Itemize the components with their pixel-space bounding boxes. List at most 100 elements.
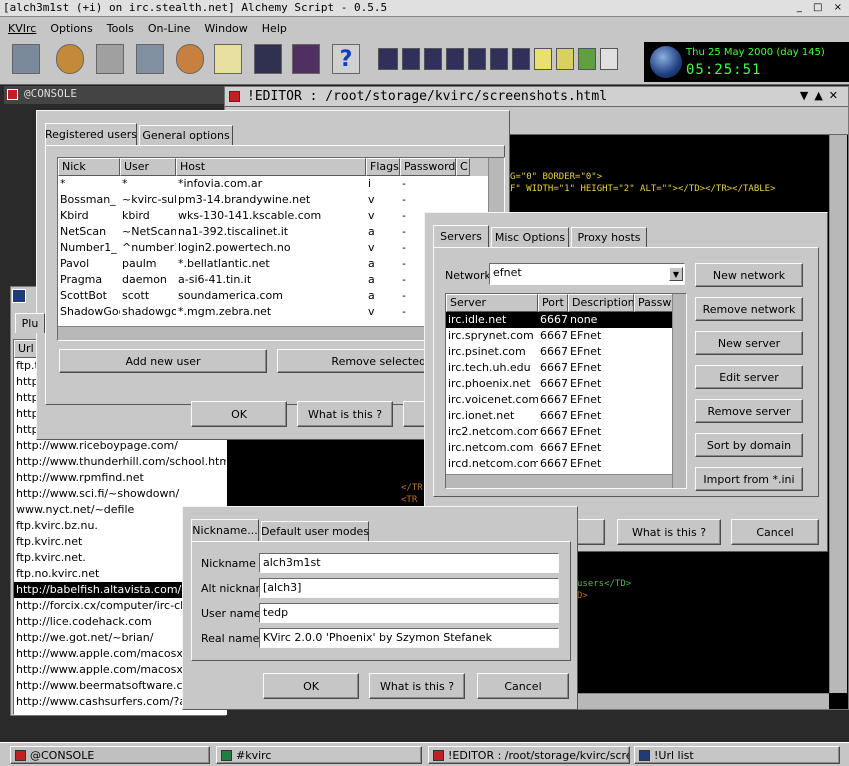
sort-by-domain-button[interactable]: Sort by domain <box>695 433 803 457</box>
media-pause-icon[interactable] <box>446 48 464 70</box>
media-logo-icon[interactable] <box>378 48 398 70</box>
import-ini-button[interactable]: Import from *.ini <box>695 467 803 491</box>
servers-hscroll[interactable] <box>446 474 672 488</box>
gear-icon[interactable] <box>136 44 164 74</box>
notes-icon[interactable] <box>214 44 242 74</box>
user-name-field[interactable]: tedp <box>259 603 559 623</box>
server-row[interactable]: irc.idle.net 6667 none <box>446 312 686 328</box>
window-controls[interactable]: _ □ × <box>797 2 846 13</box>
menu-options[interactable]: Options <box>50 22 92 35</box>
network-combo[interactable]: efnet <box>489 263 685 285</box>
tab-misc-options[interactable]: Misc Options <box>491 227 569 247</box>
tab-proxy-hosts[interactable]: Proxy hosts <box>571 227 647 247</box>
col-port[interactable]: Port <box>538 294 568 312</box>
new-server-button[interactable]: New server <box>695 331 803 355</box>
menu-help[interactable]: Help <box>262 22 287 35</box>
face-icon[interactable] <box>56 44 84 74</box>
add-new-user-button[interactable]: Add new user <box>59 349 267 373</box>
remove-network-button[interactable]: Remove network <box>695 297 803 321</box>
editor-scrollbar[interactable] <box>829 135 847 693</box>
user-icon[interactable] <box>176 44 204 74</box>
col-flags[interactable]: Flags <box>366 158 400 176</box>
list-icon[interactable] <box>254 44 282 74</box>
media-first-icon[interactable] <box>402 48 420 70</box>
servers-table[interactable]: Server Port Description Password irc.idl… <box>445 293 687 489</box>
mail-icon[interactable] <box>600 48 618 70</box>
nick-cancel-button[interactable]: Cancel <box>477 673 569 699</box>
user-cell: Bossman_ <box>60 193 116 206</box>
media-stop-icon[interactable] <box>468 48 486 70</box>
url-item[interactable]: http://www.sci.fi/~showdown/ <box>14 486 226 502</box>
server-row[interactable]: irc.sprynet.com 6667 EFnet <box>446 328 686 344</box>
window-icon[interactable] <box>292 44 320 74</box>
server-row[interactable]: irc.phoenix.net 6667 EFnet <box>446 376 686 392</box>
editor-window-controls[interactable]: ▼▲✕ <box>800 89 844 102</box>
app-titlebar[interactable]: [alch3m1st (+i) on irc.stealth.net] Alch… <box>0 0 849 17</box>
computer-icon[interactable] <box>96 44 124 74</box>
server-row[interactable]: irc.netcom.com 6667 EFnet <box>446 440 686 456</box>
servers-vscroll[interactable] <box>672 294 686 488</box>
nick-what-button[interactable]: What is this ? <box>369 673 465 699</box>
servers-cancel-button[interactable]: Cancel <box>731 519 819 545</box>
clock-date: Thu 25 May 2000 (day 145) <box>686 47 825 58</box>
media-playlist-icon[interactable] <box>512 48 530 70</box>
monitor-icon[interactable] <box>12 44 40 74</box>
alt-nickname-field[interactable]: [alch3] <box>259 578 559 598</box>
tab-default-user-modes[interactable]: Default user modes <box>261 521 369 541</box>
col-password[interactable]: Password <box>400 158 456 176</box>
menu-online[interactable]: On-Line <box>148 22 191 35</box>
edit-server-button[interactable]: Edit server <box>695 365 803 389</box>
tab-general-options[interactable]: General options <box>139 125 233 145</box>
task-editor[interactable]: !EDITOR : /root/storage/kvirc/screens... <box>428 746 630 764</box>
editor-titlebar[interactable]: !EDITOR : /root/storage/kvirc/screenshot… <box>225 87 848 107</box>
url-item[interactable]: http://www.thunderhill.com/school.html <box>14 454 226 470</box>
url-item[interactable]: http://www.riceboypage.com/ <box>14 438 226 454</box>
users-what-button[interactable]: What is this ? <box>297 401 393 427</box>
new-network-button[interactable]: New network <box>695 263 803 287</box>
server-row[interactable]: irc2.netcom.com 6667 EFnet <box>446 424 686 440</box>
menu-tools[interactable]: Tools <box>107 22 134 35</box>
col-description[interactable]: Description <box>568 294 634 312</box>
server-row[interactable]: irc.voicenet.com 6667 EFnet <box>446 392 686 408</box>
col-server-password[interactable]: Password <box>634 294 674 312</box>
media-next-icon[interactable] <box>490 48 508 70</box>
help-icon[interactable]: ? <box>332 44 360 74</box>
nickname-field[interactable]: alch3m1st <box>259 553 559 573</box>
url-item[interactable]: http://www.rpmfind.net <box>14 470 226 486</box>
tab-nickname[interactable]: Nickname... <box>191 519 259 541</box>
col-nick[interactable]: Nick <box>58 158 120 176</box>
col-user[interactable]: User <box>120 158 176 176</box>
server-row[interactable]: irc.ionet.net 6667 EFnet <box>446 408 686 424</box>
console-icon <box>7 89 18 100</box>
tab-registered-users[interactable]: Registered users <box>45 123 137 145</box>
user-row[interactable]: Bossman_ ~kvirc-sub pm3-14.brandywine.net v… <box>58 192 504 208</box>
server-row[interactable]: ircd.netcom.com 6667 EFnet <box>446 456 686 472</box>
remove-server-button[interactable]: Remove server <box>695 399 803 423</box>
note-icon[interactable] <box>534 48 552 70</box>
user-cell: ^number1 <box>122 241 176 254</box>
url-tab-plugins[interactable]: Plu <box>15 313 45 333</box>
wizard-icon[interactable] <box>578 48 596 70</box>
console-window[interactable]: @CONSOLE <box>4 86 226 104</box>
col-c[interactable]: C <box>456 158 470 176</box>
user-row[interactable]: * * *infovia.com.ar i - <box>58 176 504 192</box>
network-dropdown-icon[interactable]: ▼ <box>669 267 683 281</box>
task-kvirc[interactable]: #kvirc <box>216 746 422 764</box>
col-host[interactable]: Host <box>176 158 366 176</box>
script-icon[interactable] <box>556 48 574 70</box>
user-cell: daemon <box>122 273 167 286</box>
task-console[interactable]: @CONSOLE <box>10 746 210 764</box>
user-cell: ~NetScan <box>122 225 176 238</box>
servers-what-button[interactable]: What is this ? <box>617 519 721 545</box>
media-play-icon[interactable] <box>424 48 442 70</box>
task-url-list[interactable]: !Url list <box>634 746 840 764</box>
tab-servers[interactable]: Servers <box>433 225 489 247</box>
menu-window[interactable]: Window <box>204 22 247 35</box>
real-name-field[interactable]: KVirc 2.0.0 'Phoenix' by Szymon Stefanek <box>259 628 559 648</box>
server-row[interactable]: irc.psinet.com 6667 EFnet <box>446 344 686 360</box>
users-ok-button[interactable]: OK <box>191 401 287 427</box>
col-server[interactable]: Server <box>446 294 538 312</box>
nick-ok-button[interactable]: OK <box>263 673 359 699</box>
server-row[interactable]: irc.tech.uh.edu 6667 EFnet <box>446 360 686 376</box>
menu-kvirc[interactable]: KVIrc <box>8 22 36 35</box>
